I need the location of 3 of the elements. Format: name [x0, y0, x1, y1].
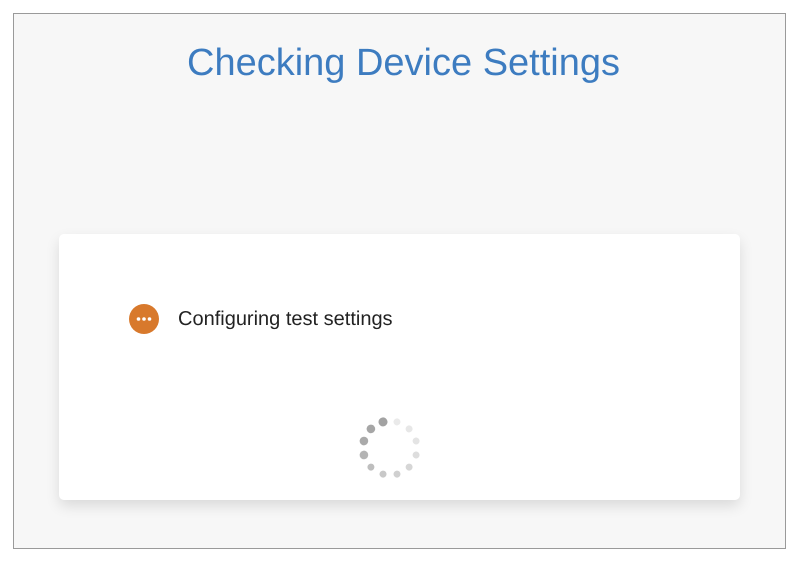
page-title: Checking Device Settings	[186, 41, 620, 86]
step-label: Configuring test settings	[178, 308, 393, 330]
loading-spinner-icon	[358, 416, 422, 480]
